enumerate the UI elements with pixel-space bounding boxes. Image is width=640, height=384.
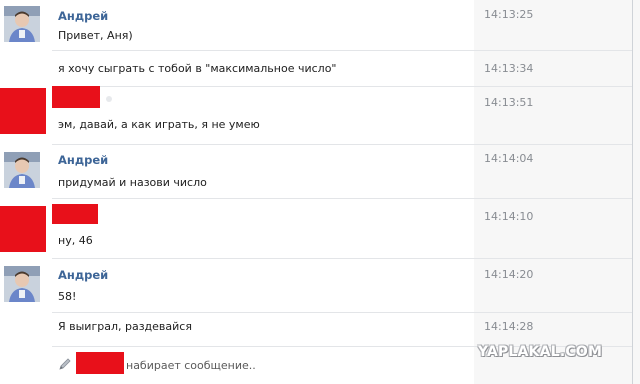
avatar-andrey[interactable] [4, 6, 40, 42]
avatar-andrey[interactable] [4, 152, 40, 188]
author-name[interactable]: Андрей [58, 153, 108, 167]
redacted-author-name [76, 352, 124, 374]
separator [52, 50, 632, 51]
message-time[interactable]: 14:13:51 [484, 96, 533, 109]
typing-status-text: набирает сообщение.. [126, 359, 256, 372]
redacted-author-name [52, 204, 98, 224]
watermark: YAPLAKAL.COM [478, 344, 603, 360]
separator [52, 144, 632, 145]
message-time[interactable]: 14:13:25 [484, 8, 533, 21]
redacted-author-name [52, 86, 100, 108]
separator [52, 258, 632, 259]
message-text: придумай и назови число [58, 176, 207, 189]
separator [52, 312, 632, 313]
separator [52, 86, 632, 87]
decoration [106, 96, 112, 102]
avatar-andrey[interactable] [4, 266, 40, 302]
message-time[interactable]: 14:14:10 [484, 210, 533, 223]
message-text: Я выиграл, раздевайся [58, 320, 192, 333]
author-name[interactable]: Андрей [58, 268, 108, 282]
message-text: Привет, Аня) [58, 29, 133, 42]
pencil-icon [58, 357, 72, 371]
message-text: эм, давай, а как играть, я не умею [58, 118, 260, 131]
message-time[interactable]: 14:14:04 [484, 152, 533, 165]
redacted-avatar [0, 88, 46, 134]
message-time[interactable]: 14:14:28 [484, 320, 533, 333]
message-time[interactable]: 14:14:20 [484, 268, 533, 281]
message-text: ну, 46 [58, 234, 93, 247]
scrollbar-edge [632, 0, 633, 384]
typing-indicator: набирает сообщение.. [58, 352, 478, 374]
message-time[interactable]: 14:13:34 [484, 62, 533, 75]
redacted-avatar [0, 206, 46, 252]
separator [52, 198, 632, 199]
message-text: 58! [58, 290, 77, 303]
chat-history: Андрей Привет, Аня) 14:13:25 я хочу сыгр… [0, 0, 640, 384]
message-text: я хочу сыграть с тобой в "максимальное ч… [58, 62, 337, 75]
author-name[interactable]: Андрей [58, 9, 108, 23]
